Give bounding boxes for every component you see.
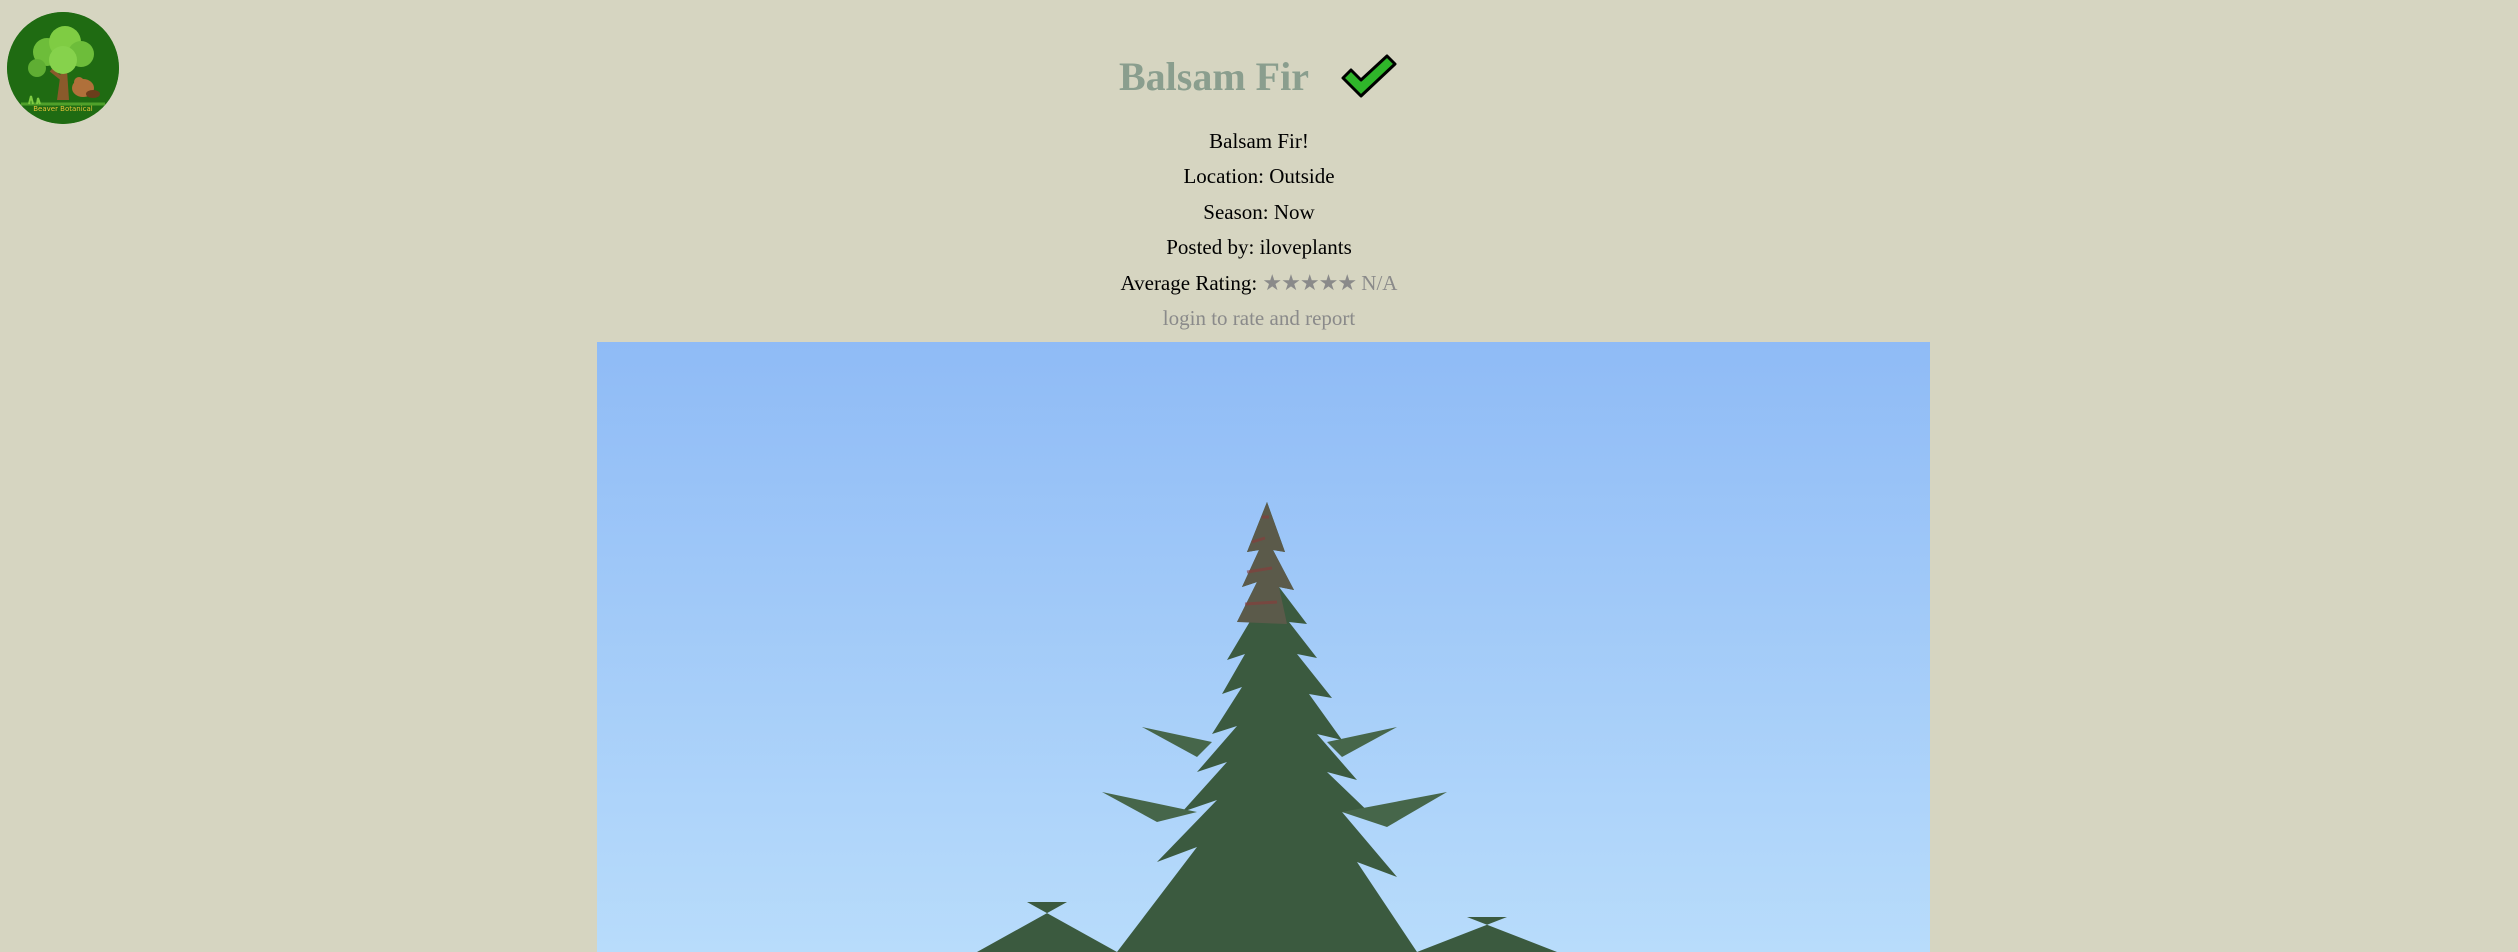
title-row: Balsam Fir xyxy=(0,44,2518,110)
plant-photo xyxy=(597,342,1930,952)
rating-value: N/A xyxy=(1361,271,1398,295)
post-description: Balsam Fir! xyxy=(1209,129,1309,153)
login-row: login to rate and report xyxy=(0,304,2518,332)
rating-label: Average Rating: xyxy=(1120,271,1258,295)
post-author: Posted by: iloveplants xyxy=(1166,235,1352,259)
page-title: Balsam Fir xyxy=(1119,54,1309,99)
login-to-rate-link[interactable]: login to rate and report xyxy=(1163,306,1355,330)
post-season: Season: Now xyxy=(1203,200,1315,224)
checkmark-icon xyxy=(1339,52,1399,102)
page: Beaver Botanical Balsam Fir Balsam Fir! … xyxy=(0,0,2518,952)
balsam-fir-tree-image xyxy=(597,342,1930,952)
post-location: Location: Outside xyxy=(1183,164,1335,188)
rating-stars-icon: ★★★★★ xyxy=(1262,270,1357,295)
average-rating: Average Rating: ★★★★★ N/A xyxy=(0,269,2518,297)
